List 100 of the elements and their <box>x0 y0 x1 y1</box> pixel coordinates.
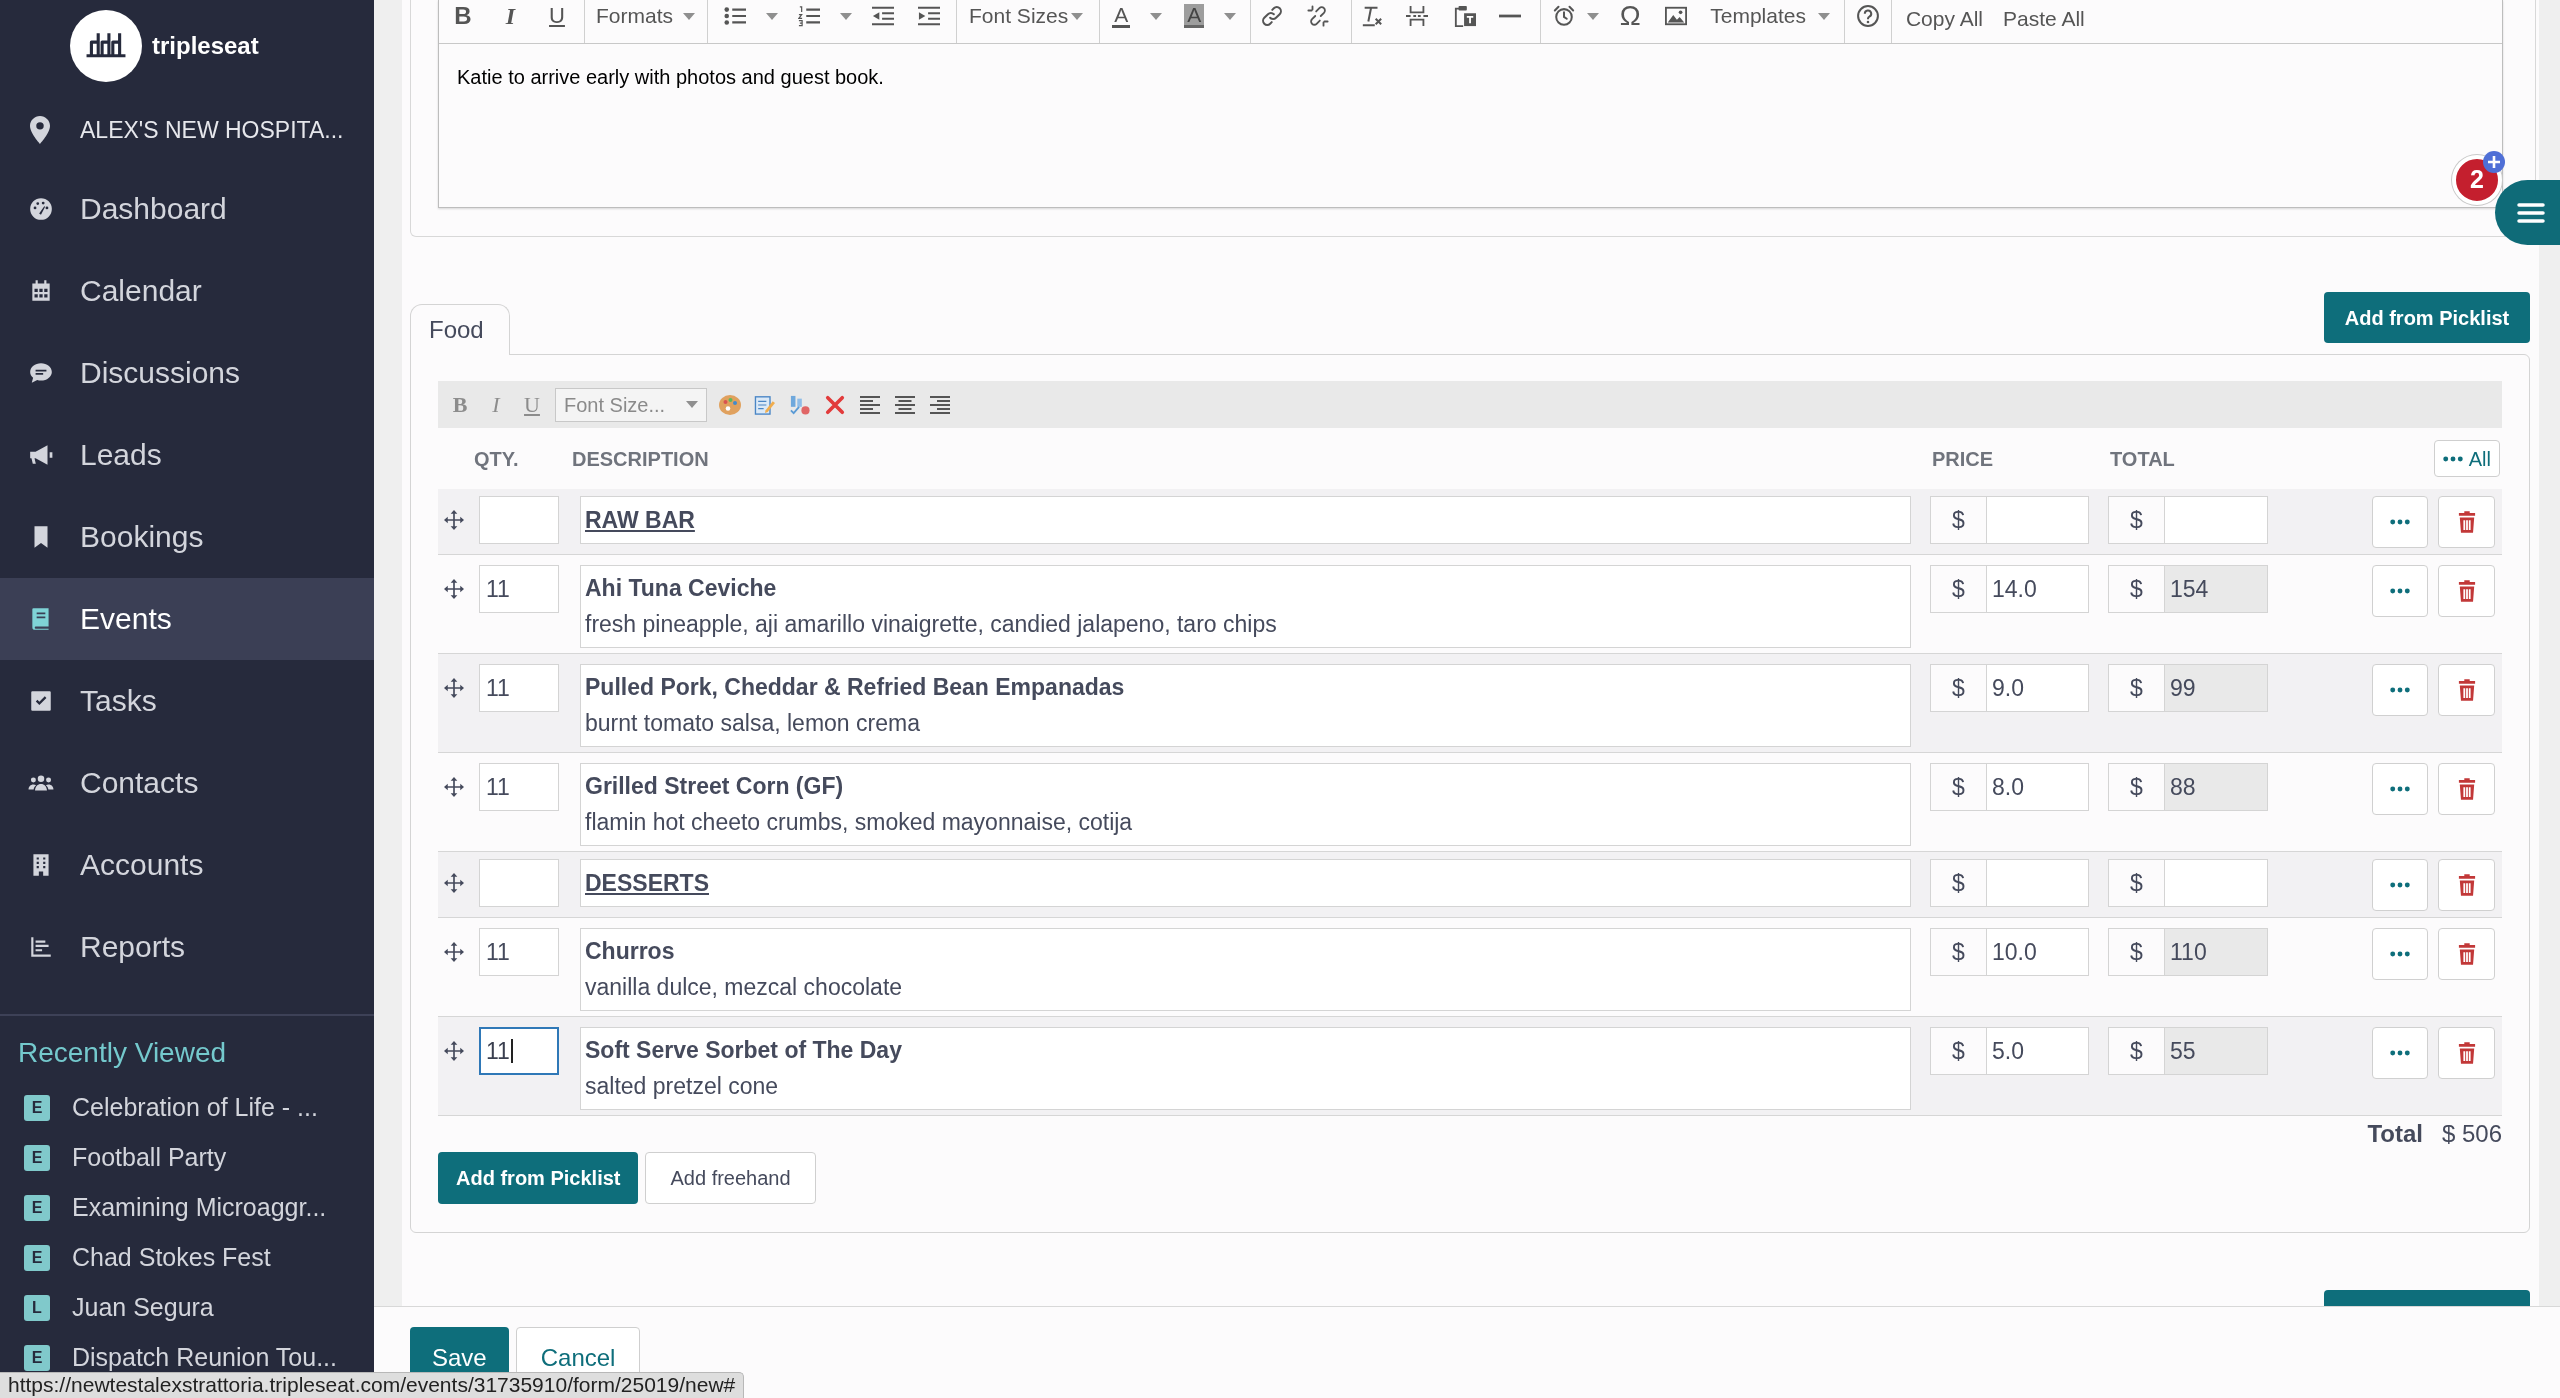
nav-item[interactable]: Discussions <box>0 332 374 414</box>
nav-item[interactable]: Bookings <box>0 496 374 578</box>
underline-button[interactable]: U <box>549 3 565 29</box>
caret-icon[interactable] <box>1071 12 1084 20</box>
formats-dropdown[interactable]: Formats <box>596 3 695 29</box>
unlink-icon[interactable] <box>1307 5 1330 27</box>
description-field[interactable]: DESSERTS <box>580 859 1911 907</box>
total-field[interactable]: 110 <box>2165 928 2268 976</box>
drag-handle-icon[interactable] <box>444 510 464 530</box>
recent-item[interactable]: L Juan Segura <box>0 1283 374 1333</box>
qty-field[interactable] <box>479 496 559 544</box>
price-field[interactable]: 14.0 <box>1987 565 2089 613</box>
add-freehand-button[interactable]: Add freehand <box>645 1152 816 1204</box>
nav-item[interactable]: Events <box>0 578 374 660</box>
horizontal-line-icon[interactable] <box>1499 14 1522 18</box>
image-icon[interactable] <box>1665 5 1688 27</box>
nav-item[interactable]: Leads <box>0 414 374 496</box>
drag-handle-icon[interactable] <box>444 777 464 797</box>
edit-document-icon[interactable] <box>753 394 776 415</box>
special-character-button[interactable]: Ω <box>1619 3 1641 29</box>
nav-item[interactable]: Tasks <box>0 660 374 742</box>
link-icon[interactable] <box>1261 5 1284 27</box>
drag-handle-icon[interactable] <box>444 579 464 599</box>
palette-icon[interactable] <box>718 394 741 415</box>
total-field[interactable] <box>2165 496 2268 544</box>
price-field[interactable] <box>1987 496 2089 544</box>
caret-icon[interactable] <box>686 401 698 408</box>
outdent-icon[interactable] <box>872 5 894 27</box>
recent-item[interactable]: E Examining Microaggr... <box>0 1183 374 1233</box>
caret-icon[interactable] <box>840 12 852 20</box>
delete-button[interactable] <box>2438 565 2495 617</box>
caret-icon[interactable] <box>1587 12 1600 20</box>
logo-icon[interactable] <box>70 10 142 82</box>
price-field[interactable]: 8.0 <box>1987 763 2089 811</box>
menu-button[interactable] <box>2495 180 2560 245</box>
price-field[interactable]: 5.0 <box>1987 1027 2089 1075</box>
price-field[interactable]: 10.0 <box>1987 928 2089 976</box>
font-sizes-dropdown[interactable]: Font Sizes <box>969 3 1084 29</box>
plus-icon[interactable] <box>2483 151 2505 173</box>
nav-item[interactable]: Reports <box>0 906 374 988</box>
total-field[interactable]: 88 <box>2165 763 2268 811</box>
description-field[interactable]: Soft Serve Sorbet of The Day salted pretzel cone <box>580 1027 1911 1110</box>
delete-button[interactable] <box>2438 664 2495 716</box>
drag-handle-icon[interactable] <box>444 942 464 962</box>
page-break-icon[interactable] <box>1406 5 1429 27</box>
section-tab[interactable]: Food <box>410 304 510 355</box>
clear-formatting-icon[interactable] <box>1361 5 1384 27</box>
drag-handle-icon[interactable] <box>444 873 464 893</box>
recent-item[interactable]: E Chad Stokes Fest <box>0 1233 374 1283</box>
checkmark-icon[interactable] <box>788 394 811 415</box>
delete-button[interactable] <box>2438 763 2495 815</box>
qty-field[interactable]: 11 <box>479 928 559 976</box>
qty-field[interactable]: 11 <box>479 1027 559 1075</box>
delete-button[interactable] <box>2438 496 2495 548</box>
templates-dropdown[interactable]: Templates <box>1710 3 1830 29</box>
description-field[interactable]: Grilled Street Corn (GF) flamin hot cheeto crumbs, smoked mayonnaise, cotija <box>580 763 1911 846</box>
qty-field[interactable]: 11 <box>479 664 559 712</box>
qty-field[interactable]: 11 <box>479 763 559 811</box>
all-actions-button[interactable]: All <box>2433 440 2500 477</box>
drag-handle-icon[interactable] <box>444 1041 464 1061</box>
alarm-clock-icon[interactable] <box>1553 5 1576 27</box>
clipboard-icon[interactable] <box>1454 5 1477 27</box>
x-icon[interactable] <box>823 394 846 415</box>
bullet-list-icon[interactable] <box>724 5 746 27</box>
nav-item[interactable]: Accounts <box>0 824 374 906</box>
drag-handle-icon[interactable] <box>444 678 464 698</box>
delete-button[interactable] <box>2438 859 2495 911</box>
description-field[interactable]: Churros vanilla dulce, mezcal chocolate <box>580 928 1911 1011</box>
total-field[interactable]: 55 <box>2165 1027 2268 1075</box>
align-right-icon[interactable] <box>928 394 951 415</box>
price-field[interactable] <box>1987 859 2089 907</box>
align-center-icon[interactable] <box>893 394 916 415</box>
caret-icon[interactable] <box>766 12 778 20</box>
add-from-picklist-button[interactable]: Add from Picklist <box>438 1152 639 1204</box>
total-field[interactable]: 154 <box>2165 565 2268 613</box>
notes-field[interactable]: Katie to arrive early with photos and guest book. <box>439 44 2439 207</box>
copy-all-button[interactable]: Copy All <box>1905 3 1983 29</box>
delete-button[interactable] <box>2438 928 2495 980</box>
caret-icon[interactable] <box>1224 12 1237 20</box>
nav-item[interactable]: Dashboard <box>0 168 374 250</box>
bold-button[interactable]: B <box>454 3 472 29</box>
total-field[interactable] <box>2165 859 2268 907</box>
description-field[interactable]: RAW BAR <box>580 496 1911 544</box>
numbered-list-icon[interactable] <box>798 5 820 27</box>
qty-field[interactable] <box>479 859 559 907</box>
qty-field[interactable]: 11 <box>479 565 559 613</box>
indent-icon[interactable] <box>918 5 940 27</box>
background-color-button[interactable]: A <box>1184 4 1205 28</box>
add-from-picklist-button[interactable]: Add from Picklist <box>2324 292 2530 343</box>
description-field[interactable]: Ahi Tuna Ceviche fresh pineapple, aji amarillo vinaigrette, candied jalapeno, taro chips <box>580 565 1911 648</box>
delete-button[interactable] <box>2438 1027 2495 1079</box>
italic-button[interactable]: I <box>505 3 516 29</box>
recent-item[interactable]: E Football Party <box>0 1133 374 1183</box>
text-color-button[interactable]: A <box>1112 4 1131 28</box>
recent-item[interactable]: E Celebration of Life - ... <box>0 1083 374 1133</box>
align-left-icon[interactable] <box>858 394 881 415</box>
total-field[interactable]: 99 <box>2165 664 2268 712</box>
caret-icon[interactable] <box>1817 12 1830 20</box>
description-field[interactable]: Pulled Pork, Cheddar & Refried Bean Empanadas burnt tomato salsa, lemon crema <box>580 664 1911 747</box>
caret-icon[interactable] <box>683 12 695 20</box>
